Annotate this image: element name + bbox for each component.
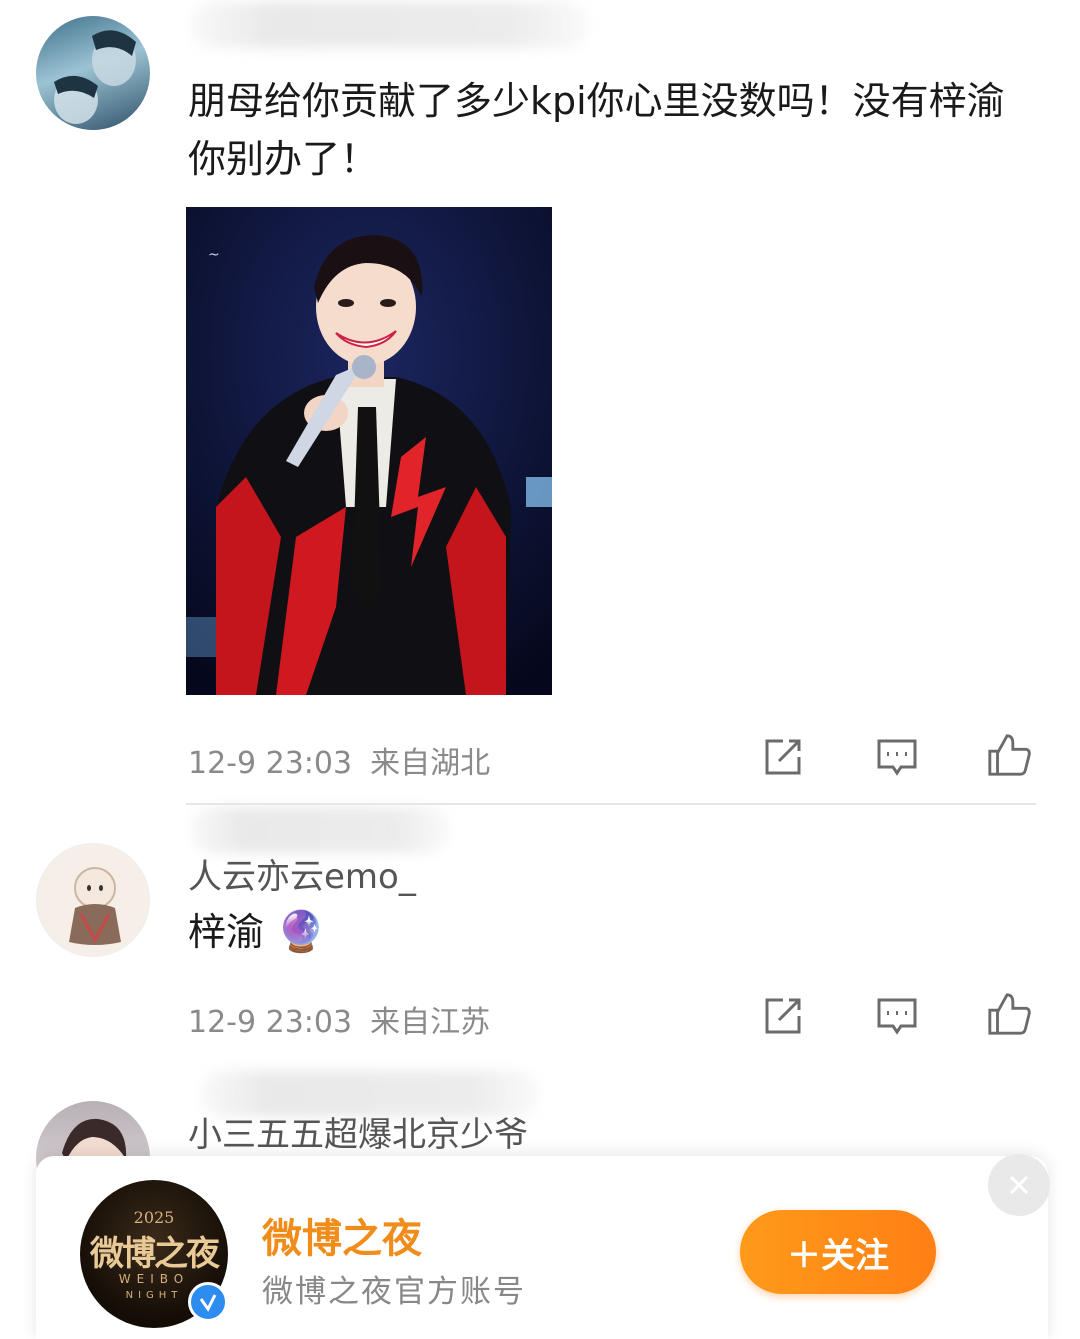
comment-time: 12-9 23:03 xyxy=(188,746,353,781)
share-icon xyxy=(765,998,801,1034)
like-button[interactable] xyxy=(986,991,1032,1037)
account-name[interactable]: 微博之夜 xyxy=(262,1206,422,1264)
comment-text: 朋母给你贡献了多少kpi你心里没数吗！没有梓渝你别办了！ xyxy=(188,79,1005,181)
comment-icon xyxy=(877,998,917,1035)
comment-text: 梓渝 🔮 xyxy=(188,903,326,961)
comment-button[interactable] xyxy=(874,993,920,1039)
follow-promo-card[interactable]: 2025 微博之夜 WEIBO NIGHT 微博之夜 微博之夜官方账号 ＋关注 xyxy=(36,1154,1050,1339)
verified-icon xyxy=(199,1294,217,1312)
comment-meta: 12-9 23:03 来自湖北 xyxy=(188,738,490,782)
share-button[interactable] xyxy=(760,734,806,780)
username[interactable]: 小三五五超爆北京少爷 xyxy=(188,1107,528,1156)
like-icon xyxy=(988,734,1031,776)
comment-item: 小三五五超爆北京少爷 xyxy=(0,1065,1080,1215)
crystal-ball-emoji: 🔮 xyxy=(276,909,326,955)
svg-text:~: ~ xyxy=(208,247,220,263)
comment-time: 12-9 23:03 xyxy=(188,1005,353,1040)
logo-year: 2025 xyxy=(133,1208,175,1227)
comment-meta: 12-9 23:03 来自江苏 xyxy=(188,997,490,1041)
comment-button[interactable] xyxy=(874,734,920,780)
share-icon xyxy=(765,739,801,775)
close-icon xyxy=(1009,1175,1029,1195)
comment-icon xyxy=(877,739,917,776)
follow-button[interactable]: ＋关注 xyxy=(740,1210,936,1294)
comment-item: 人云亦云emo_ 梓渝 🔮 12-9 23:03 来自江苏 xyxy=(0,805,1080,1065)
comment-location: 来自湖北 xyxy=(370,746,491,781)
avatar[interactable] xyxy=(36,16,150,130)
avatar[interactable] xyxy=(36,843,150,957)
comment-text-value: 梓渝 xyxy=(188,910,265,954)
username-redacted xyxy=(190,807,450,853)
like-icon xyxy=(988,993,1031,1035)
comment-item: 朋母给你贡献了多少kpi你心里没数吗！没有梓渝你别办了！ ~ 12-9 23:0… xyxy=(0,0,1080,805)
like-button[interactable] xyxy=(986,732,1032,778)
comment-feed: 朋母给你贡献了多少kpi你心里没数吗！没有梓渝你别办了！ ~ 12-9 23:0… xyxy=(0,0,1080,1339)
close-button[interactable] xyxy=(988,1154,1050,1216)
username-redacted xyxy=(190,2,590,48)
username[interactable]: 人云亦云emo_ xyxy=(188,849,416,898)
comment-photo[interactable]: ~ xyxy=(186,207,552,695)
logo-title: 微博之夜 xyxy=(90,1234,220,1274)
verified-badge xyxy=(188,1282,228,1322)
account-description: 微博之夜官方账号 xyxy=(262,1274,526,1310)
comment-location: 来自江苏 xyxy=(370,1005,491,1040)
share-button[interactable] xyxy=(760,993,806,1039)
